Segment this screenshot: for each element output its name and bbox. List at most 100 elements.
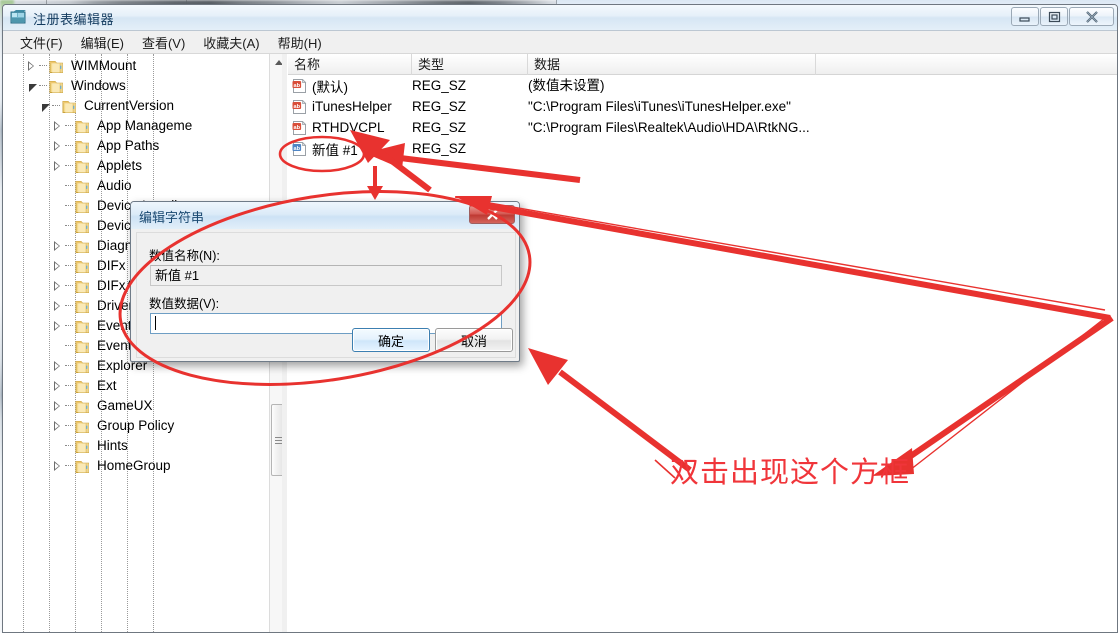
chevron-right-icon[interactable] [49,416,65,436]
value-name-input[interactable]: 新值 #1 [150,265,502,286]
folder-icon [75,219,92,234]
chevron-right-icon[interactable] [49,316,65,336]
tree-item-app-manageme[interactable]: App Manageme [17,116,286,136]
tree-connector [65,336,75,356]
title-bar[interactable]: 注册表编辑器 [3,5,1117,31]
dialog-body: 数值名称(N): 新值 #1 数值数据(V): 确定 取消 [136,232,516,358]
cell-name: ab RTHDVCPL [292,117,385,138]
chevron-down-icon[interactable] [23,76,39,96]
chevron-right-icon[interactable] [49,296,65,316]
chevron-right-icon[interactable] [49,116,65,136]
screenshot-root: 注册表编辑器 文件(F) 编辑(E) 查看(V) 收藏夫(A) 帮助(H) WI… [0,0,1120,633]
menu-item-view[interactable]: 查看(V) [133,31,194,54]
tree-connector [65,196,75,216]
value-name: RTHDVCPL [312,120,385,135]
chevron-right-icon[interactable] [49,456,65,476]
edit-string-dialog[interactable]: 编辑字符串 数值名称(N): 新值 #1 数值数据(V): 确定 取消 [130,201,520,362]
tree-connector [65,136,75,156]
tree-item-gameux[interactable]: GameUX [17,396,286,416]
folder-icon [75,439,92,454]
folder-icon [49,79,66,94]
folder-icon [75,279,92,294]
tree-connector [65,276,75,296]
value-type: REG_SZ [412,120,467,135]
svg-text:ab: ab [294,82,301,88]
tree-connector [65,356,75,376]
tree-item-app-paths[interactable]: App Paths [17,136,286,156]
tree-item-hints[interactable]: Hints [17,436,286,456]
value-data: (数值未设置) [528,78,605,93]
tree-item-wimmount[interactable]: WIMMount [17,56,286,76]
menu-item-file[interactable]: 文件(F) [11,31,72,54]
svg-text:ab: ab [294,124,301,130]
chevron-right-icon[interactable] [49,276,65,296]
tree-item-applets[interactable]: Applets [17,156,286,176]
menu-item-favorites[interactable]: 收藏夫(A) [194,31,268,54]
svg-text:ab: ab [294,103,301,109]
minimize-icon[interactable] [1011,7,1039,26]
chevron-right-icon[interactable] [49,356,65,376]
tree-connector [65,256,75,276]
menu-item-edit[interactable]: 编辑(E) [72,31,133,54]
chevron-right-icon[interactable] [49,236,65,256]
tree-item-windows[interactable]: Windows [17,76,286,96]
folder-icon [75,359,92,374]
column-header-filler[interactable] [816,54,1117,75]
cell-name: ab (默认) [292,75,348,96]
dialog-close-icon[interactable] [469,205,515,224]
column-header-type[interactable]: 类型 [412,54,528,75]
chevron-right-icon[interactable] [49,396,65,416]
value-data: "C:\Program Files\iTunes\iTunesHelper.ex… [528,99,791,114]
cancel-button[interactable]: 取消 [435,328,513,352]
column-header-name[interactable]: 名称 [288,54,412,75]
maximize-icon[interactable] [1040,7,1068,26]
string-value-icon: ab [292,78,307,93]
string-value-icon: ab [292,99,307,114]
tree-item-label: Audio [97,178,132,193]
chevron-right-icon[interactable] [49,376,65,396]
chevron-right-icon[interactable] [49,156,65,176]
menu-item-help[interactable]: 帮助(H) [269,31,331,54]
value-data-label: 数值数据(V): [149,297,220,311]
table-row[interactable]: ab (默认) REG_SZ (数值未设置) [288,75,1117,96]
tree-connector [39,76,49,96]
ok-button[interactable]: 确定 [352,328,430,352]
close-icon[interactable] [1069,7,1114,26]
tree-connector [65,176,75,196]
tree-connector [65,376,75,396]
tree-connector [39,56,49,76]
tree-item-label: HomeGroup [97,458,171,473]
folder-icon [75,159,92,174]
tree-item-homegroup[interactable]: HomeGroup [17,456,286,476]
chevron-right-icon[interactable] [23,56,39,76]
tree-item-audio[interactable]: Audio [17,176,286,196]
cell-name: ab iTunesHelper [292,96,392,117]
folder-icon [75,459,92,474]
value-name: iTunesHelper [312,99,392,114]
cell-name: ab 新值 #1 [292,138,358,159]
tree-item-ext[interactable]: Ext [17,376,286,396]
folder-icon [75,379,92,394]
table-row[interactable]: ab iTunesHelper REG_SZ "C:\Program Files\iT… [288,96,1117,117]
tree-item-group-policy[interactable]: Group Policy [17,416,286,436]
tree-connector [65,416,75,436]
dialog-title-bar[interactable]: 编辑字符串 [131,202,519,229]
chevron-right-icon[interactable] [49,136,65,156]
table-row[interactable]: ab 新值 #1 REG_SZ [288,138,1117,159]
table-row[interactable]: ab RTHDVCPL REG_SZ "C:\Program Files\Realte… [288,117,1117,138]
registry-editor-icon [10,9,27,26]
annotation-note-text: 双击出现这个方框 [670,457,911,489]
window-title: 注册表编辑器 [33,12,115,27]
chevron-down-icon[interactable] [36,96,52,116]
tree-item-currentversion[interactable]: CurrentVersion [17,96,286,116]
tree-item-label: Hints [97,438,128,453]
folder-icon [75,239,92,254]
registry-editor-window: 注册表编辑器 文件(F) 编辑(E) 查看(V) 收藏夫(A) 帮助(H) WI… [2,4,1118,633]
tree-item-label: CurrentVersion [84,98,175,113]
column-header-data[interactable]: 数据 [528,54,816,75]
chevron-right-icon[interactable] [49,256,65,276]
tree-connector [65,236,75,256]
